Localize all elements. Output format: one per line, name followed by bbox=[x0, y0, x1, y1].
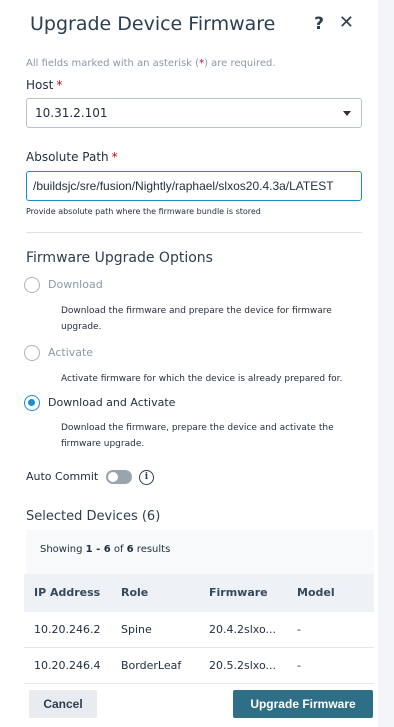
host-select-value: 10.31.2.101 bbox=[35, 106, 108, 120]
dialog-header: Upgrade Device Firmware ? ✕ bbox=[30, 10, 364, 40]
radio-download-and-activate-circle[interactable] bbox=[24, 395, 40, 411]
devices-table: IP Address Role Firmware Model 10.20.246… bbox=[24, 574, 374, 684]
results-of: of bbox=[110, 544, 127, 555]
auto-commit-toggle[interactable] bbox=[106, 470, 132, 484]
path-required-mark: * bbox=[111, 150, 118, 164]
column-header-firmware[interactable]: Firmware bbox=[209, 586, 268, 599]
radio-download-description: Download the firmware and prepare the de… bbox=[61, 306, 332, 332]
host-select[interactable]: 10.31.2.101 bbox=[26, 98, 362, 128]
host-label-text: Host bbox=[26, 78, 54, 92]
required-note-suffix: ) are required. bbox=[204, 58, 276, 69]
column-header-model[interactable]: Model bbox=[297, 586, 335, 599]
radio-activate-label: Activate bbox=[48, 346, 94, 359]
cell-firmware: 20.4.2slxo... bbox=[209, 623, 276, 636]
cell-model: - bbox=[297, 623, 301, 636]
dialog-title: Upgrade Device Firmware bbox=[30, 13, 276, 35]
blank-patch bbox=[274, 146, 326, 160]
radio-download-and-activate-label: Download and Activate bbox=[48, 396, 176, 409]
table-row[interactable]: 10.20.246.4 BorderLeaf 20.5.2slxo... - bbox=[24, 648, 374, 684]
cell-role: Spine bbox=[121, 623, 152, 636]
absolute-path-hint: Provide absolute path where the firmware… bbox=[26, 207, 261, 216]
table-row[interactable]: 10.20.246.2 Spine 20.4.2slxo... - bbox=[24, 612, 374, 648]
cell-ip-address: 10.20.246.4 bbox=[34, 659, 101, 672]
upgrade-firmware-dialog: Upgrade Device Firmware ? ✕ All fields m… bbox=[0, 0, 378, 727]
results-summary: Showing 1 - 6 of 6 results bbox=[40, 544, 170, 555]
auto-commit-label: Auto Commit bbox=[26, 470, 99, 483]
close-icon[interactable]: ✕ bbox=[339, 11, 354, 35]
column-header-role[interactable]: Role bbox=[121, 586, 148, 599]
absolute-path-label-text: Absolute Path bbox=[26, 150, 109, 164]
required-fields-note: All fields marked with an asterisk (*) a… bbox=[26, 58, 276, 69]
results-suffix: results bbox=[133, 544, 171, 555]
radio-activate-description: Activate firmware for which the device i… bbox=[61, 374, 343, 384]
cell-ip-address: 10.20.246.2 bbox=[34, 623, 101, 636]
column-header-ip-address[interactable]: IP Address bbox=[34, 586, 100, 599]
cell-firmware: 20.5.2slxo... bbox=[209, 659, 276, 672]
help-icon[interactable]: ? bbox=[314, 12, 324, 36]
absolute-path-input[interactable] bbox=[26, 171, 362, 201]
host-required-mark: * bbox=[56, 78, 63, 92]
radio-activate-circle[interactable] bbox=[24, 345, 40, 361]
toggle-knob bbox=[108, 472, 118, 482]
table-header: IP Address Role Firmware Model bbox=[24, 574, 374, 612]
radio-download-label: Download bbox=[48, 278, 103, 291]
results-total: 6 bbox=[126, 544, 134, 555]
results-range: 1 - 6 bbox=[85, 544, 111, 555]
dialog-footer: Cancel Upgrade Firmware bbox=[0, 688, 378, 727]
cell-model: - bbox=[297, 659, 301, 672]
required-note-prefix: All fields marked with an asterisk ( bbox=[26, 58, 200, 69]
absolute-path-label: Absolute Path * bbox=[26, 150, 118, 164]
selected-devices-title: Selected Devices (6) bbox=[26, 509, 161, 524]
cell-role: BorderLeaf bbox=[121, 659, 182, 672]
showing-prefix: Showing bbox=[40, 544, 86, 555]
host-label: Host * bbox=[26, 78, 62, 92]
radio-download-and-activate-description: Download the firmware, prepare the devic… bbox=[61, 423, 334, 449]
info-icon[interactable]: i bbox=[139, 470, 154, 485]
firmware-options-title: Firmware Upgrade Options bbox=[26, 250, 213, 266]
divider bbox=[26, 232, 362, 233]
radio-download-circle[interactable] bbox=[24, 277, 40, 293]
results-summary-box: Showing 1 - 6 of 6 results bbox=[26, 530, 374, 574]
chevron-down-icon bbox=[343, 111, 351, 116]
background-strip bbox=[378, 0, 394, 727]
cancel-button[interactable]: Cancel bbox=[29, 690, 97, 718]
upgrade-firmware-button[interactable]: Upgrade Firmware bbox=[233, 690, 373, 718]
